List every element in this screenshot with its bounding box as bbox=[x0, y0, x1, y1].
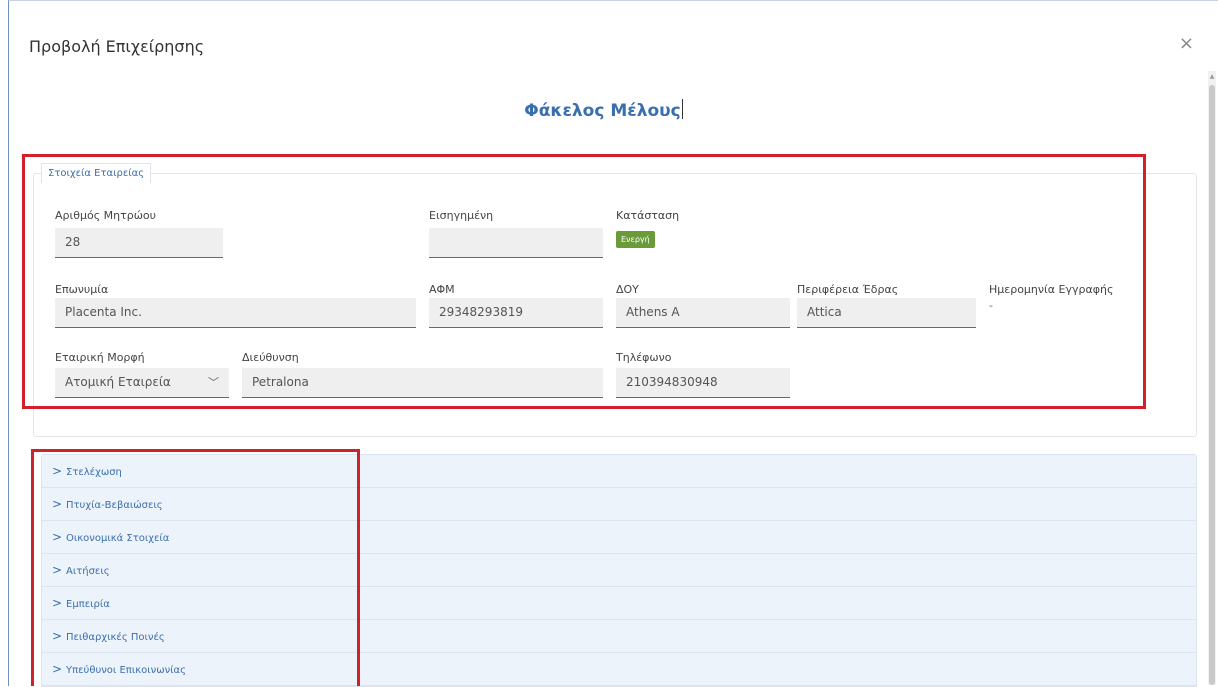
text-caret bbox=[681, 99, 683, 119]
page-heading: Φάκελος Μέλους bbox=[9, 99, 1198, 121]
page-heading-text: Φάκελος Μέλους bbox=[524, 101, 681, 121]
scroll-up-icon[interactable]: ▲ bbox=[1208, 73, 1216, 80]
highlight-frame-sections bbox=[31, 449, 360, 686]
scrollbar-thumb[interactable] bbox=[1209, 85, 1215, 685]
highlight-frame-company-details bbox=[22, 154, 1146, 409]
modal-title: Προβολή Επιχείρησης bbox=[29, 37, 205, 56]
scrollbar[interactable]: ▲ bbox=[1208, 71, 1216, 685]
close-icon[interactable]: × bbox=[1179, 35, 1194, 53]
